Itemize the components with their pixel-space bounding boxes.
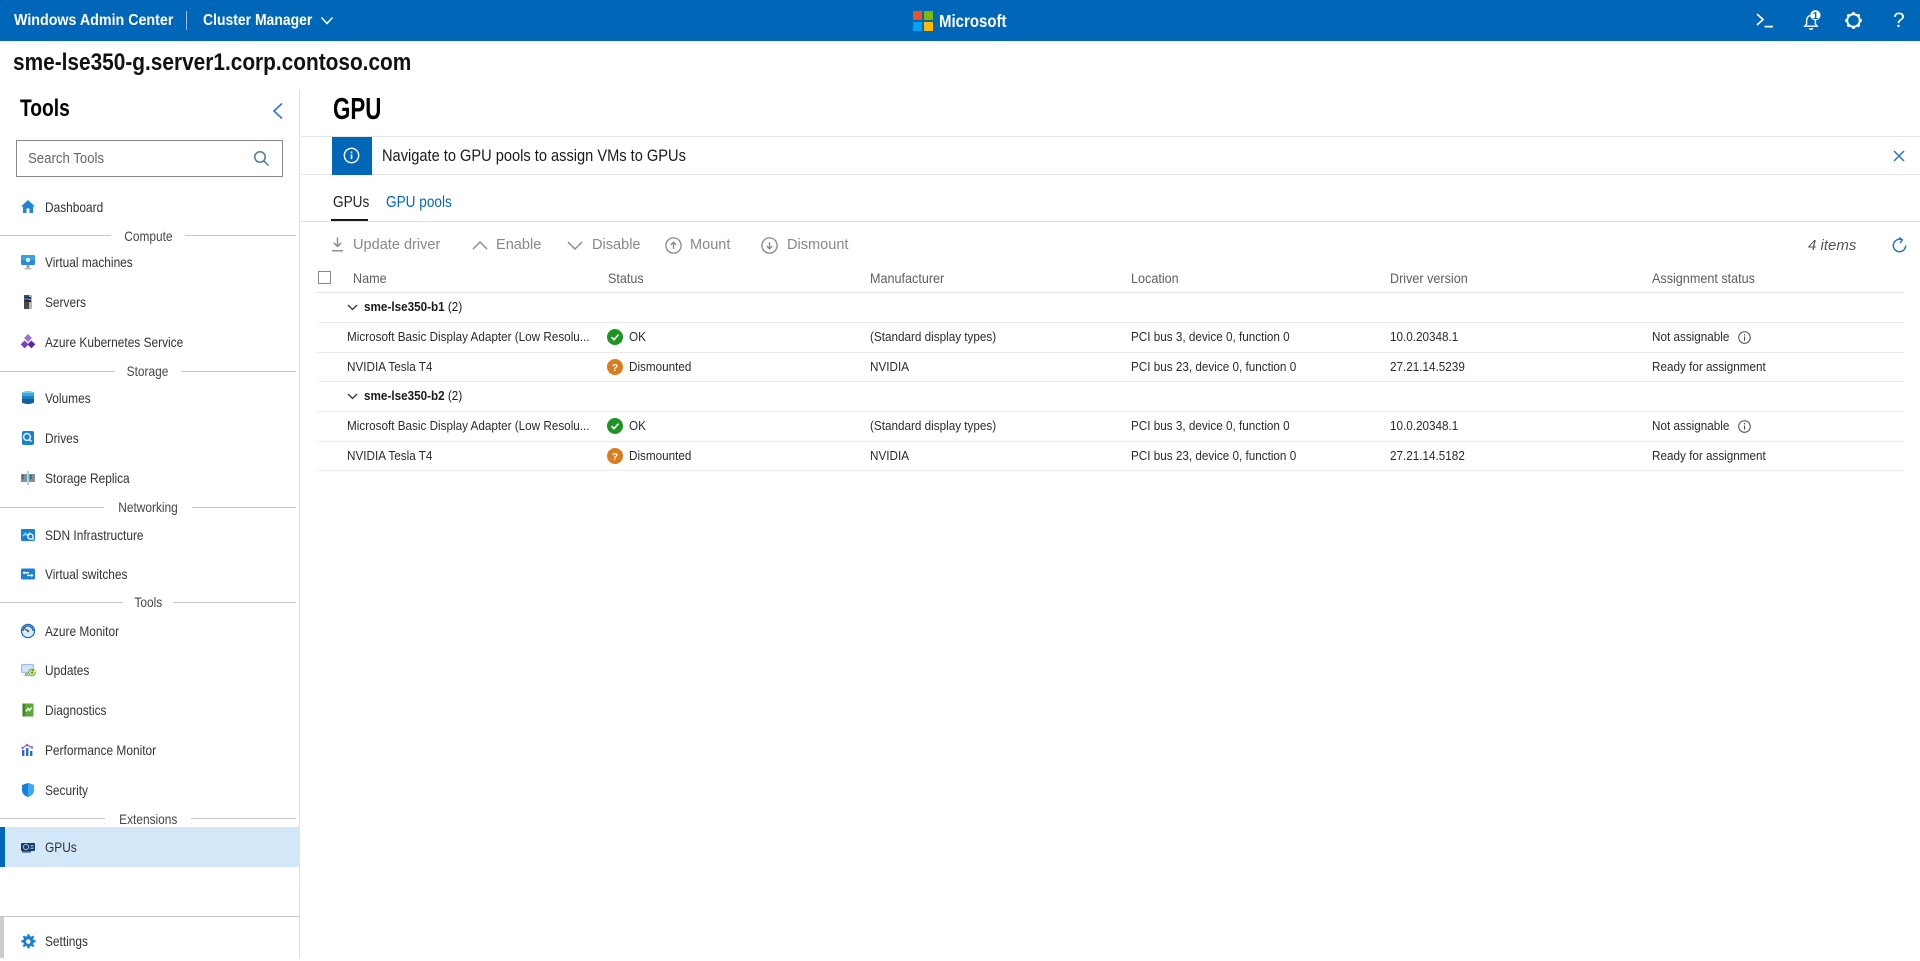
svg-text:1: 1 (1813, 11, 1819, 22)
svg-text:?: ? (612, 451, 618, 463)
svg-text:?: ? (612, 362, 618, 374)
